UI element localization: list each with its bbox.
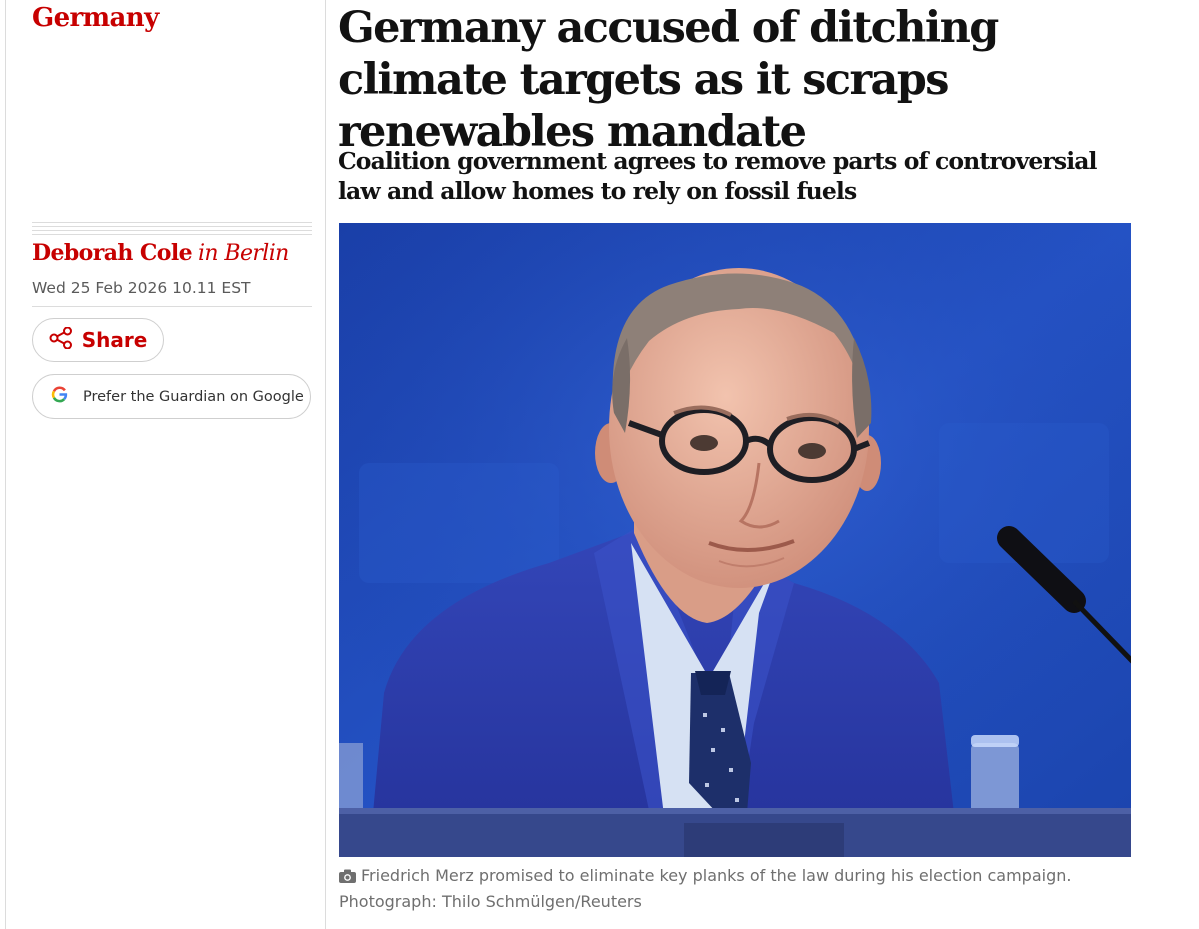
column-divider: [325, 0, 326, 929]
share-icon: [49, 326, 73, 353]
byline-location: in Berlin: [197, 241, 289, 266]
author-link[interactable]: Deborah Cole: [32, 240, 193, 266]
standfirst: Coalition government agrees to remove pa…: [338, 147, 1097, 205]
camera-icon: [339, 866, 356, 890]
prefer-guardian-google-button[interactable]: Prefer the Guardian on Google: [32, 374, 311, 419]
article-photo: [339, 223, 1131, 857]
caption-text: Friedrich Merz promised to eliminate key…: [361, 866, 1072, 885]
photo-credit: Photograph: Thilo Schmülgen/Reuters: [339, 892, 642, 911]
byline-divider: [32, 222, 312, 235]
share-label: Share: [81, 328, 148, 352]
google-g-icon: [51, 386, 68, 407]
left-border: [5, 0, 6, 929]
section-label[interactable]: Germany: [32, 3, 159, 33]
photo-caption: Friedrich Merz promised to eliminate key…: [339, 864, 1139, 914]
prefer-guardian-google-label: Prefer the Guardian on Google: [83, 388, 304, 405]
share-button[interactable]: Share: [32, 318, 164, 362]
byline: Deborah Cole in Berlin: [32, 240, 289, 266]
meta-divider: [32, 306, 312, 307]
headline: Germany accused of ditching climate targ…: [338, 3, 999, 157]
publish-date: Wed 25 Feb 2026 10.11 EST: [32, 279, 251, 297]
